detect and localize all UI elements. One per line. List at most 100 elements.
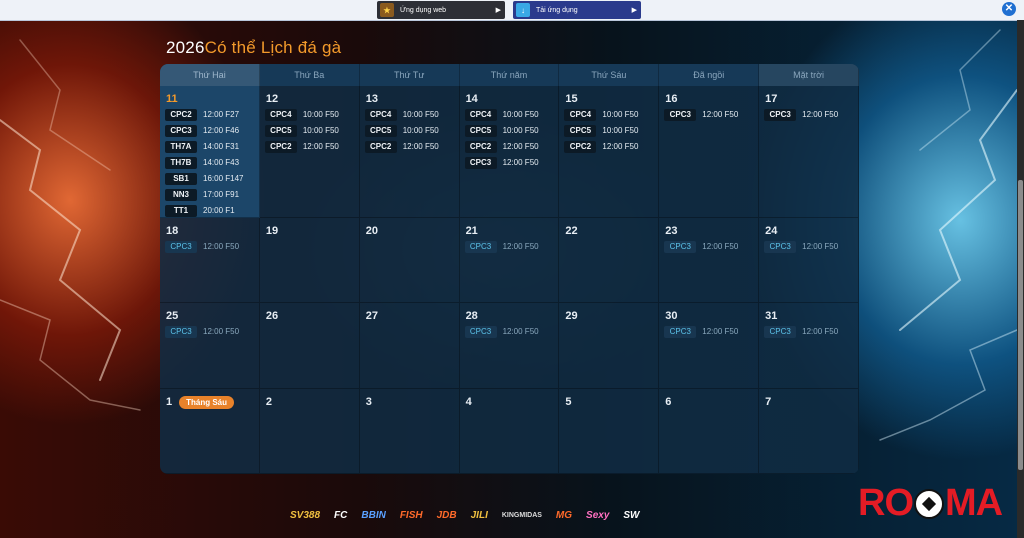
event-item[interactable]: CPC3 12:00 F50	[664, 239, 758, 254]
calendar-day-cell[interactable]: 14 CPC4 10:00 F50 CPC5 10:00 F50 CPC2 12:00 F5…	[459, 86, 560, 218]
weekday-header-4: Thứ năm	[460, 64, 560, 86]
event-item[interactable]: CPC4 10:00 F50	[264, 107, 359, 122]
calendar-day-cell[interactable]: 16 CPC3 12:00 F50	[659, 86, 760, 218]
event-item[interactable]: CPC2 12:00 F50	[564, 139, 658, 154]
event-time: 10:00 F50	[302, 110, 339, 119]
event-item[interactable]: CPC2 12:00 F50	[464, 139, 559, 154]
event-time: 12:00 F50	[802, 327, 839, 336]
partner-logos: SV388 FC BBIN FISH JDB JILI KINGMIDAS MG Sexy SW	[290, 510, 640, 521]
web-app-button[interactable]: ★ Ứng dụng web ▶	[377, 1, 505, 19]
event-code: SB1	[165, 172, 197, 185]
day-number-row: 26	[266, 309, 359, 323]
event-code: CPC3	[664, 240, 697, 253]
event-time: 14:00 F31	[203, 142, 240, 151]
day-number-row: 2	[266, 395, 359, 409]
calendar-day-cell[interactable]: 18 CPC3 12:00 F50	[160, 218, 260, 303]
event-item[interactable]: CPC3 12:00 F50	[664, 107, 758, 122]
event-time: 12:00 F50	[203, 327, 240, 336]
day-number-row: 25	[166, 309, 259, 323]
day-number: 3	[365, 396, 372, 408]
day-number: 7	[765, 396, 772, 408]
calendar-day-cell[interactable]: 7	[759, 389, 859, 474]
close-icon[interactable]: ✕	[1002, 2, 1016, 16]
event-item[interactable]: CPC3 12:00 F50	[764, 107, 858, 122]
calendar-day-cell[interactable]: 13 CPC4 10:00 F50 CPC5 10:00 F50 CPC2 12:00 F5…	[359, 86, 460, 218]
calendar-day-cell[interactable]: 2	[259, 389, 360, 474]
download-app-label: Tải ứng dụng	[536, 6, 578, 14]
calendar-day-cell[interactable]: 3	[359, 389, 460, 474]
event-item[interactable]: CPC5 10:00 F50	[464, 123, 559, 138]
calendar-day-cell[interactable]: 21 CPC3 12:00 F50	[459, 218, 560, 303]
calendar-day-cell[interactable]: 20	[359, 218, 460, 303]
calendar-day-cell[interactable]: 4	[459, 389, 560, 474]
calendar-day-cell[interactable]: 5	[559, 389, 660, 474]
month-badge: Tháng Sáu	[179, 395, 235, 409]
event-item[interactable]: CPC3 12:00 F50	[464, 155, 559, 170]
day-number: 21	[465, 225, 478, 237]
event-item[interactable]: CPC3 12:00 F46	[165, 123, 259, 138]
event-code: NN3	[165, 188, 197, 201]
calendar-day-cell[interactable]: 15 CPC4 10:00 F50 CPC5 10:00 F50 CPC2 12:00 F5…	[559, 86, 660, 218]
weekday-header-5: Thứ Sáu	[559, 64, 660, 86]
calendar-day-cell[interactable]: 22	[559, 218, 660, 303]
calendar-weekday-header: Thứ Hai Thứ Ba Thứ Tư Thứ năm Thứ Sáu Đã ngồi…	[160, 64, 859, 86]
event-item[interactable]: CPC3 12:00 F50	[764, 324, 858, 339]
event-time: 12:00 F50	[203, 242, 240, 251]
event-item[interactable]: TH7A 14:00 F31	[165, 139, 259, 154]
event-code: CPC2	[264, 140, 297, 153]
calendar-day-cell[interactable]: 1 Tháng Sáu	[160, 389, 260, 474]
event-item[interactable]: CPC5 10:00 F50	[264, 123, 359, 138]
calendar-day-cell[interactable]: 17 CPC3 12:00 F50	[759, 86, 859, 218]
event-item[interactable]: CPC2 12:00 F50	[264, 139, 359, 154]
calendar-day-cell[interactable]: 26	[259, 303, 360, 389]
day-number: 31	[765, 310, 778, 322]
event-code: CPC3	[664, 325, 697, 338]
day-number: 2	[265, 396, 272, 408]
partner-logo: JILI	[470, 510, 488, 521]
event-code: CPC2	[364, 140, 397, 153]
calendar-day-cell[interactable]: 6	[659, 389, 760, 474]
event-item[interactable]: CPC5 10:00 F50	[364, 123, 459, 138]
day-number: 5	[565, 396, 572, 408]
event-item[interactable]: CPC3 12:00 F50	[764, 239, 858, 254]
event-item[interactable]: CPC4 10:00 F50	[364, 107, 459, 122]
calendar-day-cell[interactable]: 12 CPC4 10:00 F50 CPC5 10:00 F50 CPC2 12:00 F5…	[259, 86, 360, 218]
top-banner: ★ Ứng dụng web ▶ ↓ Tải ứng dụng ▶ ✕	[0, 0, 1024, 21]
calendar-day-cell[interactable]: 11 CPC2 12:00 F27 CPC3 12:00 F46 TH7A 14:00 F3…	[160, 86, 260, 218]
event-item[interactable]: SB1 16:00 F147	[165, 171, 259, 186]
calendar-day-cell[interactable]: 25 CPC3 12:00 F50	[160, 303, 260, 389]
scrollbar-thumb[interactable]	[1018, 180, 1023, 470]
day-number-row: 12	[266, 92, 359, 106]
event-item[interactable]: CPC4 10:00 F50	[464, 107, 559, 122]
event-item[interactable]: CPC5 10:00 F50	[564, 123, 658, 138]
event-item[interactable]: CPC2 12:00 F50	[364, 139, 459, 154]
event-time: 12:00 F46	[203, 126, 240, 135]
calendar-day-cell[interactable]: 19	[259, 218, 360, 303]
calendar-day-cell[interactable]: 29	[559, 303, 660, 389]
calendar-day-cell[interactable]: 31 CPC3 12:00 F50	[759, 303, 859, 389]
event-code: CPC2	[564, 140, 597, 153]
day-number-row: 13	[366, 92, 459, 106]
calendar-day-cell[interactable]: 28 CPC3 12:00 F50	[459, 303, 560, 389]
event-item[interactable]: TH7B 14:00 F43	[165, 155, 259, 170]
download-app-button[interactable]: ↓ Tải ứng dụng ▶	[513, 1, 641, 19]
event-item[interactable]: NN3 17:00 F91	[165, 187, 259, 202]
calendar-day-cell[interactable]: 27	[359, 303, 460, 389]
day-number: 29	[565, 310, 578, 322]
event-item[interactable]: CPC2 12:00 F27	[165, 107, 259, 122]
calendar-day-cell[interactable]: 23 CPC3 12:00 F50	[659, 218, 760, 303]
event-time: 12:00 F50	[602, 142, 639, 151]
event-item[interactable]: CPC3 12:00 F50	[464, 239, 559, 254]
event-item[interactable]: CPC4 10:00 F50	[564, 107, 658, 122]
event-item[interactable]: TT1 20:00 F1	[165, 203, 259, 218]
event-item[interactable]: CPC3 12:00 F50	[464, 324, 559, 339]
event-item[interactable]: CPC3 12:00 F50	[165, 324, 259, 339]
event-item[interactable]: CPC3 12:00 F50	[664, 324, 758, 339]
calendar-day-cell[interactable]: 24 CPC3 12:00 F50	[759, 218, 859, 303]
calendar-day-cell[interactable]: 30 CPC3 12:00 F50	[659, 303, 760, 389]
event-time: 12:00 F50	[402, 142, 439, 151]
chevron-right-icon: ▶	[631, 7, 637, 14]
day-number-row: 5	[565, 395, 658, 409]
event-item[interactable]: CPC3 12:00 F50	[165, 239, 259, 254]
event-time: 12:00 F50	[702, 242, 739, 251]
